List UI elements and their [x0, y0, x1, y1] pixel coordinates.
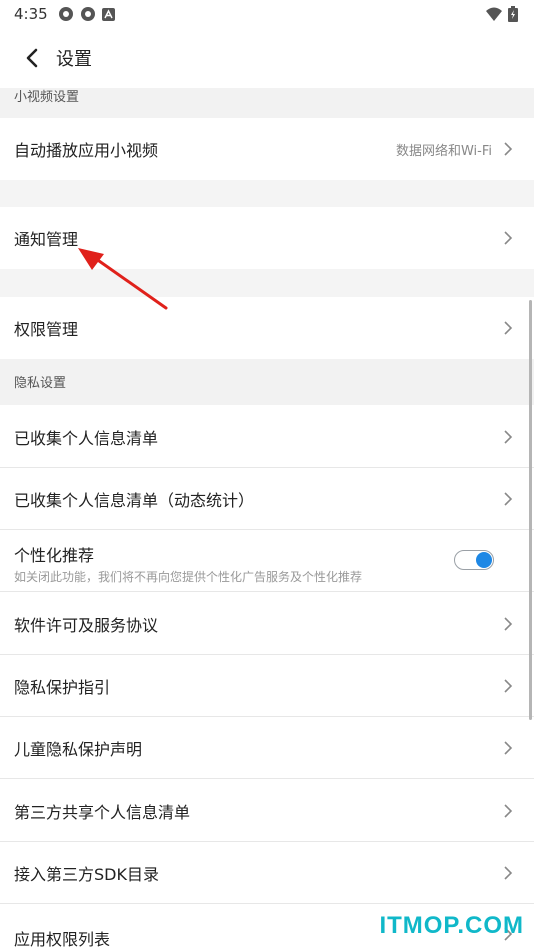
row-collected-info[interactable]: 已收集个人信息清单: [0, 405, 534, 468]
section-header-label: 小视频设置: [14, 90, 80, 105]
watermark: ITMOP.COM: [379, 912, 524, 939]
chevron-right-icon: [504, 866, 513, 880]
chevron-right-icon: [504, 741, 513, 755]
row-label: 接入第三方SDK目录: [14, 865, 159, 884]
row-child-privacy[interactable]: 儿童隐私保护声明: [0, 717, 534, 779]
row-personalized-recommendation: 个性化推荐 如关闭此功能，我们将不再向您提供个性化广告服务及个性化推荐: [0, 530, 534, 592]
back-button[interactable]: [12, 38, 52, 78]
row-software-license[interactable]: 软件许可及服务协议: [0, 592, 534, 655]
wifi-icon: [486, 7, 502, 21]
status-bar: 4:35: [0, 0, 534, 28]
section-header-small-video: 小视频设置: [0, 88, 534, 118]
row-description: 如关闭此功能，我们将不再向您提供个性化广告服务及个性化推荐: [14, 570, 363, 584]
chevron-right-icon: [504, 492, 513, 506]
row-label: 儿童隐私保护声明: [14, 740, 143, 759]
row-value: 数据网络和Wi-Fi: [395, 143, 492, 159]
row-collected-info-dynamic[interactable]: 已收集个人信息清单（动态统计）: [0, 468, 534, 530]
row-third-party-share[interactable]: 第三方共享个人信息清单: [0, 779, 534, 842]
row-label: 权限管理: [14, 320, 79, 339]
chevron-right-icon: [504, 231, 513, 245]
app-notification-icon: [58, 7, 73, 21]
row-autoplay-video[interactable]: 自动播放应用小视频 数据网络和Wi-Fi: [0, 118, 534, 180]
chevron-right-icon: [504, 321, 513, 335]
toggle-knob: [476, 552, 492, 568]
row-privacy-guide[interactable]: 隐私保护指引: [0, 655, 534, 717]
annotation-arrow: [78, 248, 168, 310]
chevron-right-icon: [504, 679, 513, 693]
app-header: 设置: [0, 28, 534, 88]
chevron-left-icon: [26, 48, 38, 68]
row-label: 自动播放应用小视频: [14, 141, 159, 160]
row-label: 第三方共享个人信息清单: [14, 802, 191, 822]
chevron-right-icon: [504, 429, 513, 444]
status-notification-icons: [58, 6, 115, 22]
app-notification-icon: [80, 7, 95, 21]
row-label: 已收集个人信息清单: [14, 428, 159, 448]
section-header-privacy: 隐私设置: [0, 359, 534, 405]
text-notification-icon: [101, 7, 115, 21]
battery-icon: [508, 6, 518, 22]
row-label: 软件许可及服务协议: [14, 615, 159, 635]
page-title: 设置: [56, 49, 92, 70]
row-label: 隐私保护指引: [14, 678, 111, 697]
chevron-right-icon: [504, 803, 513, 818]
chevron-right-icon: [504, 142, 513, 156]
chevron-right-icon: [504, 616, 513, 631]
personalized-toggle[interactable]: [454, 550, 494, 570]
status-time: 4:35: [14, 5, 48, 23]
row-third-party-sdk[interactable]: 接入第三方SDK目录: [0, 842, 534, 904]
section-header-label: 隐私设置: [14, 376, 67, 391]
row-label: 已收集个人信息清单（动态统计）: [14, 491, 255, 510]
scrollbar[interactable]: [529, 300, 532, 720]
